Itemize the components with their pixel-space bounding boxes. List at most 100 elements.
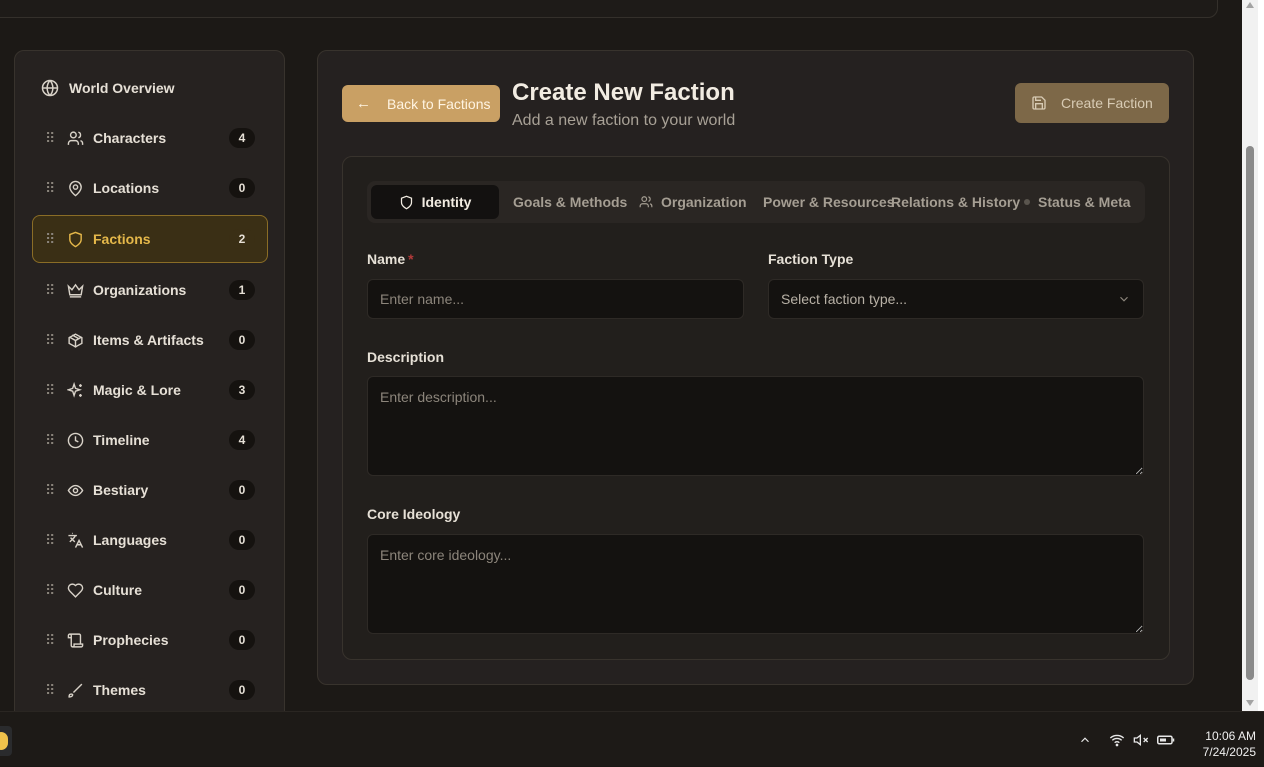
drag-handle-icon[interactable]: ⠿ — [45, 232, 55, 246]
taskbar-app-icon[interactable] — [0, 726, 12, 756]
sidebar-item-timeline[interactable]: ⠿ Timeline 4 — [32, 416, 268, 464]
sidebar-item-items-artifacts[interactable]: ⠿ Items & Artifacts 0 — [32, 316, 268, 364]
drag-handle-icon[interactable]: ⠿ — [45, 181, 55, 195]
clock-date: 7/24/2025 — [1202, 745, 1256, 759]
drag-handle-icon[interactable]: ⠿ — [45, 583, 55, 597]
package-icon — [65, 330, 85, 350]
count-badge: 1 — [229, 280, 255, 300]
count-badge: 0 — [229, 630, 255, 650]
drag-handle-icon[interactable]: ⠿ — [45, 383, 55, 397]
sidebar-item-label: Organizations — [93, 282, 187, 298]
core-ideology-field-wrapper — [367, 534, 1144, 634]
drag-handle-icon[interactable]: ⠿ — [45, 131, 55, 145]
sidebar-item-label: Factions — [93, 231, 151, 247]
sidebar-item-culture[interactable]: ⠿ Culture 0 — [32, 566, 268, 614]
required-marker: * — [408, 251, 414, 267]
tab-label: Power & Resources — [763, 194, 895, 210]
description-textarea[interactable] — [368, 377, 1143, 475]
tab-relations-history[interactable]: Relations & History — [891, 185, 1020, 219]
sidebar-item-prophecies[interactable]: ⠿ Prophecies 0 — [32, 616, 268, 664]
drag-handle-icon[interactable]: ⠿ — [45, 433, 55, 447]
tab-identity[interactable]: Identity — [371, 185, 499, 219]
sidebar-item-label: Characters — [93, 130, 167, 146]
tab-goals-methods[interactable]: Goals & Methods — [513, 185, 627, 219]
wifi-icon[interactable] — [1108, 712, 1126, 767]
drag-handle-icon[interactable]: ⠿ — [45, 633, 55, 647]
crown-icon — [65, 280, 85, 300]
sidebar-item-organizations[interactable]: ⠿ Organizations 1 — [32, 266, 268, 314]
count-badge: 4 — [229, 128, 255, 148]
drag-handle-icon[interactable]: ⠿ — [45, 533, 55, 547]
system-clock[interactable]: 10:06 AM 7/24/2025 — [1180, 728, 1256, 760]
sidebar-item-label: Magic & Lore — [93, 382, 181, 398]
description-label: Description — [367, 349, 445, 365]
page-subtitle: Add a new faction to your world — [512, 112, 736, 129]
tab-label: Status & Meta — [1038, 194, 1131, 210]
core-ideology-textarea[interactable] — [368, 535, 1143, 633]
drag-handle-icon[interactable]: ⠿ — [45, 483, 55, 497]
sparkles-icon — [65, 380, 85, 400]
sidebar: World Overview ⠿ Characters 4 ⠿ Location… — [14, 50, 285, 711]
count-badge: 0 — [229, 480, 255, 500]
count-badge: 0 — [229, 530, 255, 550]
faction-type-placeholder: Select faction type... — [781, 291, 908, 307]
drag-handle-icon[interactable]: ⠿ — [45, 333, 55, 347]
chevron-down-icon — [1117, 292, 1131, 306]
sidebar-item-label: Culture — [93, 582, 142, 598]
tab-label: Identity — [421, 194, 472, 210]
create-faction-button[interactable]: Create Faction — [1015, 83, 1169, 123]
sidebar-item-label: Items & Artifacts — [93, 332, 204, 348]
tab-label: Relations & History — [891, 194, 1021, 210]
tab-organization[interactable]: Organization — [639, 185, 747, 219]
sidebar-item-label: World Overview — [69, 80, 175, 96]
sidebar-item-locations[interactable]: ⠿ Locations 0 — [32, 164, 268, 212]
drag-handle-icon[interactable]: ⠿ — [45, 283, 55, 297]
tab-label: Goals & Methods — [513, 194, 628, 210]
scroll-down-arrow-icon[interactable] — [1246, 700, 1254, 706]
tab-power-resources[interactable]: Power & Resources — [763, 185, 895, 219]
heart-icon — [65, 580, 85, 600]
sidebar-item-characters[interactable]: ⠿ Characters 4 — [32, 114, 268, 162]
sidebar-item-label: Themes — [93, 682, 146, 698]
drag-handle-icon[interactable]: ⠿ — [45, 683, 55, 697]
globe-icon — [41, 79, 59, 97]
sidebar-item-bestiary[interactable]: ⠿ Bestiary 0 — [32, 466, 268, 514]
count-badge: 0 — [229, 680, 255, 700]
show-hidden-icons-chevron-up-icon[interactable] — [1078, 712, 1092, 767]
sidebar-item-languages[interactable]: ⠿ Languages 0 — [32, 516, 268, 564]
languages-icon — [65, 530, 85, 550]
brush-icon — [65, 680, 85, 700]
sidebar-item-magic-lore[interactable]: ⠿ Magic & Lore 3 — [32, 366, 268, 414]
create-button-label: Create Faction — [1061, 95, 1153, 111]
sidebar-item-world-overview[interactable]: World Overview — [41, 79, 175, 97]
back-to-factions-button[interactable]: ← Back to Factions — [342, 85, 500, 122]
sidebar-item-factions[interactable]: ⠿ Factions 2 — [32, 215, 268, 263]
scroll-up-arrow-icon[interactable] — [1246, 2, 1254, 8]
scroll-icon — [65, 630, 85, 650]
tab-label: Organization — [661, 194, 747, 210]
sidebar-item-themes[interactable]: ⠿ Themes 0 — [32, 666, 268, 711]
users-icon — [639, 195, 653, 209]
name-label-text: Name — [367, 251, 406, 267]
tab-status-meta[interactable]: Status & Meta — [1024, 185, 1131, 219]
volume-muted-icon[interactable] — [1132, 712, 1150, 767]
users-icon — [65, 128, 85, 148]
eye-icon — [65, 480, 85, 500]
page-title: Create New Faction — [512, 79, 735, 106]
core-ideology-label: Core Ideology — [367, 506, 461, 522]
vertical-scrollbar[interactable] — [1242, 0, 1258, 711]
count-badge: 3 — [229, 380, 255, 400]
form-card: Identity Goals & Methods Organization Po… — [342, 156, 1170, 660]
count-badge: 4 — [229, 430, 255, 450]
sidebar-item-label: Prophecies — [93, 632, 169, 648]
sidebar-item-label: Timeline — [93, 432, 150, 448]
name-input[interactable] — [368, 280, 743, 318]
faction-type-select[interactable]: Select faction type... — [768, 279, 1144, 319]
clock-time: 10:06 AM — [1205, 729, 1256, 743]
top-bar — [0, 0, 1218, 18]
faction-type-label: Faction Type — [768, 251, 854, 267]
scroll-thumb[interactable] — [1246, 146, 1254, 680]
count-badge: 0 — [229, 178, 255, 198]
battery-icon[interactable] — [1157, 712, 1175, 767]
name-label: Name * — [367, 251, 414, 267]
